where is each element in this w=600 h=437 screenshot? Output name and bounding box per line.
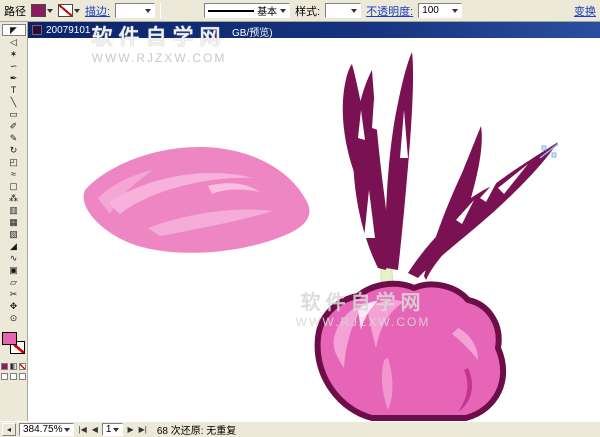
scale-tool[interactable]: ◰ — [2, 156, 26, 168]
lasso-tool[interactable]: ∽ — [2, 60, 26, 72]
opacity-link[interactable]: 不透明度: — [366, 3, 413, 19]
rotate-tool[interactable]: ↻ — [2, 144, 26, 156]
style-combo[interactable] — [325, 3, 361, 18]
separator — [160, 3, 161, 19]
selection-tool[interactable]: ◤ — [2, 24, 26, 36]
document-title-left: 20079101 — [46, 25, 91, 36]
paintbrush-tool[interactable]: ✐ — [2, 120, 26, 132]
none-mode-button[interactable] — [19, 363, 26, 370]
status-corner-button[interactable]: ◂ — [2, 423, 16, 436]
fill-color-control[interactable] — [31, 4, 53, 17]
paint-mode-row — [1, 363, 26, 370]
chevron-down-icon[interactable] — [74, 9, 80, 13]
control-bar: 路径 描边: 基本 样式: 不透明度: 100 变换 — [0, 0, 600, 22]
document-window: 20079101 GB/预览) 软件自学网 WWW.RJZXW.COM — [28, 22, 600, 421]
zoom-value: 384.75% — [23, 424, 62, 435]
page-number-value: 1 — [106, 424, 112, 435]
toolbar-tools: ◤◁✶∽✒T╲▭✐✎↻◰≈▢⁂▥▦▧◢∿▣▱✂✥⊙ — [2, 24, 26, 324]
stroke-weight-combo[interactable] — [115, 3, 155, 18]
pencil-tool[interactable]: ✎ — [2, 132, 26, 144]
pen-tool[interactable]: ✒ — [2, 72, 26, 84]
tools-panel: ◤◁✶∽✒T╲▭✐✎↻◰≈▢⁂▥▦▧◢∿▣▱✂✥⊙ — [0, 22, 28, 421]
bulb[interactable] — [318, 284, 504, 418]
rectangle-tool[interactable]: ▭ — [2, 108, 26, 120]
chevron-down-icon[interactable] — [47, 9, 53, 13]
brush-name: 基本 — [257, 3, 277, 18]
last-page-button[interactable]: ▶| — [138, 425, 148, 434]
zoom-tool[interactable]: ⊙ — [2, 312, 26, 324]
stroke-none-swatch[interactable] — [58, 4, 73, 17]
opacity-value: 100 — [422, 5, 439, 16]
magic-wand-tool[interactable]: ✶ — [2, 48, 26, 60]
hand-tool[interactable]: ✥ — [2, 300, 26, 312]
opacity-combo[interactable]: 100 — [418, 3, 462, 18]
page-number-field[interactable]: 1 — [102, 423, 124, 436]
screen-mode-row — [1, 373, 26, 380]
document-titlebar[interactable]: 20079101 GB/预览) — [28, 22, 600, 38]
chevron-down-icon — [280, 9, 286, 13]
scissors-tool[interactable]: ✂ — [2, 288, 26, 300]
fill-color-swatch[interactable] — [31, 4, 46, 17]
blend-tool[interactable]: ∿ — [2, 252, 26, 264]
zoom-field[interactable]: 384.75% — [19, 423, 74, 436]
chevron-down-icon — [452, 9, 458, 13]
gradient-mode-button[interactable] — [10, 363, 17, 370]
next-page-button[interactable]: ▶ — [126, 425, 134, 434]
symbol-sprayer-tool[interactable]: ⁂ — [2, 192, 26, 204]
brush-definition-combo[interactable]: 基本 — [204, 3, 290, 18]
first-page-button[interactable]: |◀ — [77, 425, 87, 434]
illustrator-window: 路径 描边: 基本 样式: 不透明度: 100 变换 — [0, 0, 600, 437]
slice-tool[interactable]: ▱ — [2, 276, 26, 288]
color-mode-button[interactable] — [1, 363, 8, 370]
fill-stroke-widget — [1, 332, 27, 360]
line-segment-tool[interactable]: ╲ — [2, 96, 26, 108]
selection-anchors[interactable] — [540, 144, 558, 158]
mesh-tool[interactable]: ▦ — [2, 216, 26, 228]
style-label: 样式: — [295, 3, 320, 19]
document-icon — [32, 25, 42, 35]
dark-leaves[interactable] — [343, 52, 558, 280]
stroke-color-control[interactable] — [58, 4, 80, 17]
column-graph-tool[interactable]: ▥ — [2, 204, 26, 216]
status-bar: ◂ 384.75% |◀ ◀ 1 ▶ ▶| 68 次还原: 无重复 — [0, 421, 600, 437]
brush-stroke-preview-icon — [208, 10, 254, 12]
gradient-tool[interactable]: ▧ — [2, 228, 26, 240]
panel-context-label: 路径 — [4, 3, 26, 19]
chevron-down-icon — [64, 428, 70, 432]
document-title-right: GB/预览) — [232, 24, 273, 39]
artboard-canvas[interactable]: 软件自学网 WWW.RJZXW.COM — [28, 38, 600, 421]
transform-link[interactable]: 变换 — [574, 3, 596, 19]
chevron-down-icon — [351, 9, 357, 13]
fill-swatch[interactable] — [2, 332, 17, 345]
screen-mode-full-button[interactable] — [19, 373, 26, 380]
screen-mode-menubar-button[interactable] — [10, 373, 17, 380]
flower-artwork — [28, 38, 600, 421]
eyedropper-tool[interactable]: ◢ — [2, 240, 26, 252]
direct-selection-tool[interactable]: ◁ — [2, 36, 26, 48]
stroke-link[interactable]: 描边: — [85, 3, 110, 19]
status-message: 68 次还原: 无重复 — [157, 422, 236, 437]
chevron-down-icon — [145, 9, 151, 13]
prev-page-button[interactable]: ◀ — [91, 425, 99, 434]
chevron-down-icon — [113, 428, 119, 432]
warp-tool[interactable]: ≈ — [2, 168, 26, 180]
pink-leaf[interactable] — [84, 147, 310, 253]
type-tool[interactable]: T — [2, 84, 26, 96]
live-paint-bucket-tool[interactable]: ▣ — [2, 264, 26, 276]
free-transform-tool[interactable]: ▢ — [2, 180, 26, 192]
screen-mode-normal-button[interactable] — [1, 373, 8, 380]
